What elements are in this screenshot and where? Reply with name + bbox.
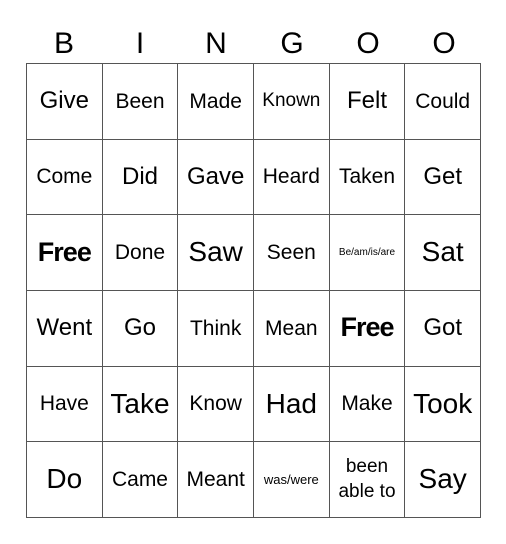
bingo-cell[interactable]: Taken — [329, 139, 406, 216]
bingo-cell[interactable]: Take — [102, 366, 179, 443]
bingo-cell[interactable]: Meant — [178, 442, 254, 518]
free-space-cell[interactable]: Free — [27, 215, 103, 291]
bingo-cell[interactable]: been able to — [329, 442, 406, 518]
bingo-cell[interactable]: Had — [253, 366, 330, 443]
bingo-card-grid: Give Been Made Known Felt Could Come Did… — [26, 63, 481, 518]
bingo-cell[interactable]: Make — [329, 366, 406, 443]
bingo-cell[interactable]: Could — [405, 64, 481, 140]
bingo-cell[interactable]: Saw — [178, 215, 254, 291]
bingo-cell[interactable]: Go — [102, 290, 179, 367]
bingo-cell[interactable]: Get — [405, 139, 481, 216]
bingo-header: B I N G O O — [26, 26, 482, 62]
bingo-cell[interactable]: Known — [253, 64, 330, 140]
header-letter-n: N — [205, 27, 227, 60]
bingo-cell[interactable]: Gave — [178, 139, 254, 216]
bingo-cell[interactable]: Think — [178, 290, 254, 367]
bingo-cell[interactable]: Have — [27, 366, 103, 443]
free-space-cell[interactable]: Free — [329, 290, 406, 367]
bingo-cell[interactable]: Be/am/is/are — [329, 215, 406, 291]
bingo-cell[interactable]: Give — [27, 64, 103, 140]
bingo-cell[interactable]: Did — [102, 139, 179, 216]
bingo-cell[interactable]: Come — [27, 139, 103, 216]
header-letter-o: O — [356, 27, 380, 60]
bingo-cell[interactable]: Made — [178, 64, 254, 140]
bingo-cell[interactable]: Heard — [253, 139, 330, 216]
bingo-cell[interactable]: Done — [102, 215, 179, 291]
header-letter-i: I — [135, 27, 145, 60]
bingo-cell[interactable]: Say — [405, 442, 481, 518]
bingo-cell[interactable]: Got — [405, 290, 481, 367]
bingo-cell[interactable]: Went — [27, 290, 103, 367]
bingo-cell[interactable]: Came — [102, 442, 179, 518]
header-letter-b: B — [53, 27, 74, 60]
bingo-cell[interactable]: Felt — [329, 64, 406, 140]
bingo-cell[interactable]: Been — [102, 64, 179, 140]
bingo-cell[interactable]: Mean — [253, 290, 330, 367]
bingo-cell[interactable]: Took — [405, 366, 481, 443]
bingo-cell[interactable]: Sat — [405, 215, 481, 291]
bingo-cell[interactable]: Seen — [253, 215, 330, 291]
bingo-cell[interactable]: Do — [27, 442, 103, 518]
bingo-cell[interactable]: was/were — [253, 442, 330, 518]
bingo-cell[interactable]: Know — [178, 366, 254, 443]
header-letter-g: G — [280, 27, 304, 60]
header-letter-o-2: O — [432, 27, 456, 60]
